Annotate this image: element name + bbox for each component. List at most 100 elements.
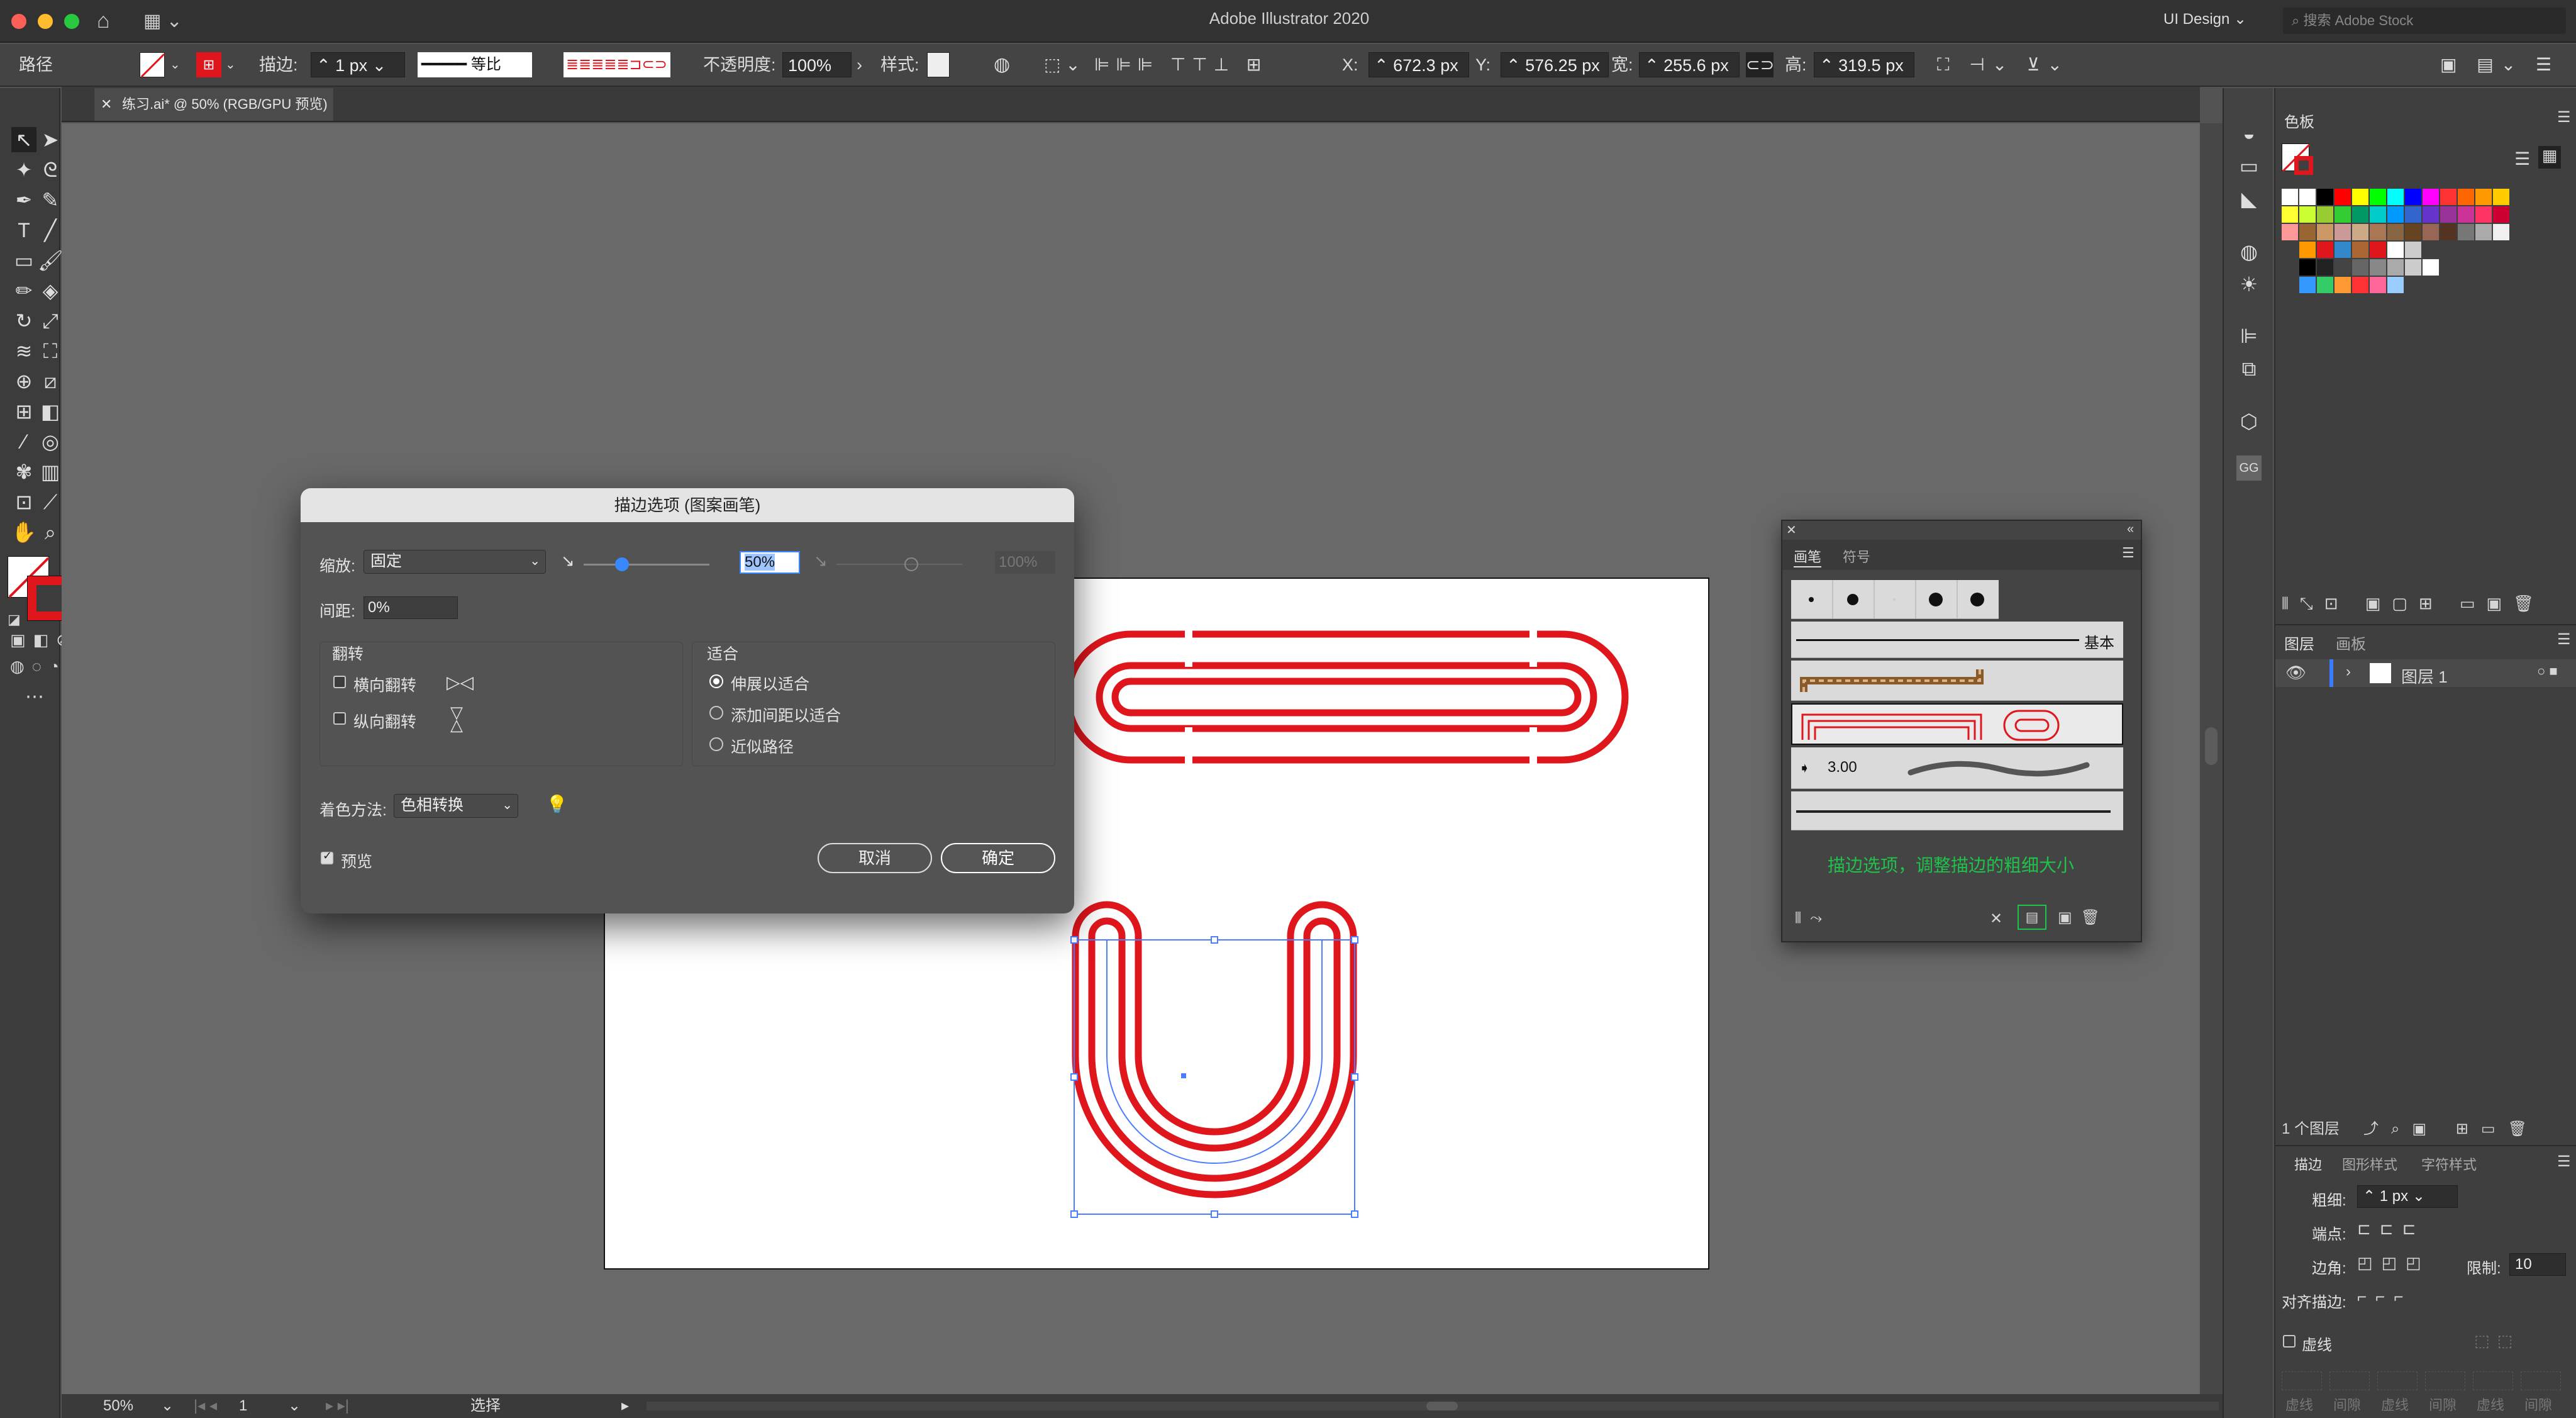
color-swatch[interactable] xyxy=(2405,224,2421,240)
width-input[interactable]: ⌃ 255.6 px xyxy=(1639,52,1740,77)
brushes-menu-icon[interactable]: ☰ xyxy=(2122,545,2135,561)
pattern-brush-chain-row[interactable] xyxy=(1791,661,2123,701)
color-swatch[interactable] xyxy=(2387,277,2404,293)
stroke-menu-icon[interactable]: ☰ xyxy=(2557,1153,2571,1171)
variable-width-profile[interactable]: ━━━━━ 等比 xyxy=(418,52,532,77)
color-swatch[interactable] xyxy=(2440,224,2457,240)
color-swatch[interactable] xyxy=(2387,224,2404,240)
pencil-tool-icon[interactable]: ✏ xyxy=(11,278,36,303)
align-buttons-icon[interactable]: ⊫⊫⊫ ⊤⊤⊥ ⊞ xyxy=(1094,52,1267,77)
graph-tool-icon[interactable]: ▥ xyxy=(38,459,63,484)
color-swatch[interactable] xyxy=(2458,206,2474,223)
color-swatch[interactable] xyxy=(2440,189,2457,205)
color-panel-icon[interactable]: ☀ xyxy=(2236,272,2262,297)
stock-search-input[interactable]: ⌕ 搜索 Adobe Stock xyxy=(2283,8,2566,34)
graphic-style-swatch[interactable] xyxy=(927,52,950,77)
type-tool-icon[interactable]: T xyxy=(11,218,36,243)
graphic-styles-tab[interactable]: 图形样式 xyxy=(2342,1154,2397,1174)
transparency-panel-icon[interactable]: ◣ xyxy=(2236,186,2262,211)
color-swatch[interactable] xyxy=(2299,206,2316,223)
3d-panel-icon[interactable]: ⬡ xyxy=(2236,409,2262,434)
stroke-dropdown-icon[interactable]: ⌄ xyxy=(225,52,236,77)
home-icon[interactable]: ⌂ xyxy=(97,9,110,33)
layer-row[interactable]: 👁 › 图层 1 ○ ■ xyxy=(2275,659,2576,687)
height-input[interactable]: ⌃ 319.5 px xyxy=(1814,52,1914,77)
color-swatch[interactable] xyxy=(2493,224,2509,240)
fit-stretch-radio[interactable] xyxy=(709,674,723,688)
color-swatch[interactable] xyxy=(2299,277,2316,293)
rectangle-tool-icon[interactable]: ▭ xyxy=(11,248,36,273)
color-swatch[interactable] xyxy=(2405,189,2421,205)
warp-tool-icon[interactable]: ≋ xyxy=(11,338,36,364)
zoom-level[interactable]: 50% xyxy=(103,1394,133,1418)
page-number[interactable]: 1 xyxy=(239,1394,289,1418)
color-swatch[interactable] xyxy=(2334,224,2351,240)
page-dropdown-icon[interactable]: ⌄ xyxy=(288,1394,301,1418)
color-swatch[interactable] xyxy=(2282,189,2298,205)
fit-add-space-radio[interactable] xyxy=(709,706,723,720)
color-swatch[interactable] xyxy=(2334,189,2351,205)
swatches-panel-title[interactable]: 色板 xyxy=(2284,109,2314,131)
remove-stroke-icon[interactable]: ✕ xyxy=(1990,910,2002,928)
stroke-tab[interactable]: 描边 xyxy=(2294,1154,2322,1174)
swatch-grid[interactable] xyxy=(2282,189,2533,390)
fill-dropdown-icon[interactable]: ⌄ xyxy=(170,52,180,77)
swatch-stroke-indicator[interactable] xyxy=(2294,156,2313,175)
stroke-options-button[interactable]: ▤ xyxy=(2018,905,2046,930)
color-swatch[interactable] xyxy=(2405,259,2421,276)
align-to-icon[interactable]: ⬚ ⌄ xyxy=(1044,52,1080,77)
color-swatch[interactable] xyxy=(2423,206,2439,223)
color-swatch[interactable] xyxy=(2387,189,2404,205)
color-swatch[interactable] xyxy=(2440,206,2457,223)
color-swatch[interactable] xyxy=(2475,206,2492,223)
close-tab-icon[interactable]: ✕ xyxy=(101,88,112,121)
brush-definition[interactable]: ≣≣≣≣≣⊐⊂⊃ xyxy=(564,52,670,77)
symbols-tab[interactable]: 符号 xyxy=(1843,546,1870,566)
scale-slider-thumb[interactable] xyxy=(615,557,629,571)
ok-button[interactable]: 确定 xyxy=(941,843,1055,873)
color-swatch[interactable] xyxy=(2352,206,2368,223)
scale-slider-track[interactable] xyxy=(584,564,709,566)
line-tool-icon[interactable]: ╱ xyxy=(38,218,63,243)
scale-value-input[interactable]: 50% xyxy=(740,551,800,574)
dashed-line-checkbox[interactable] xyxy=(2283,1335,2296,1348)
opacity-arrow-icon[interactable]: › xyxy=(857,52,862,77)
close-window-button[interactable] xyxy=(11,14,26,29)
bristle-brush-row[interactable] xyxy=(1791,791,2123,830)
x-input[interactable]: ⌃ 672.3 px xyxy=(1368,52,1469,77)
draw-mode-icons[interactable]: ◍◌◔ xyxy=(10,657,67,676)
align-panel-icon[interactable]: ⊫ xyxy=(2236,323,2262,349)
brush-library-icons[interactable]: ⫴⤳ xyxy=(1795,910,1831,927)
opacity-input[interactable]: 100% xyxy=(782,52,852,77)
color-swatch[interactable] xyxy=(2352,242,2368,258)
color-swatch[interactable] xyxy=(2423,259,2439,276)
layers-tab[interactable]: 图层 xyxy=(2284,632,2314,654)
fit-approximate-radio[interactable] xyxy=(709,737,723,751)
color-swatch[interactable] xyxy=(2317,224,2333,240)
color-swatch[interactable] xyxy=(2423,224,2439,240)
brushes-tab[interactable]: 画笔 xyxy=(1794,546,1822,567)
color-swatch[interactable] xyxy=(2334,259,2351,276)
pathfinder-panel-icon[interactable]: ⧉ xyxy=(2236,356,2262,381)
artboards-tab[interactable]: 画板 xyxy=(2336,632,2366,654)
weight-input[interactable]: ⌃ 1 px ⌄ xyxy=(2357,1185,2458,1208)
colorization-select[interactable]: 色相转换 ⌄ xyxy=(394,794,518,818)
eyedropper-tool-icon[interactable]: ⁄ xyxy=(11,429,36,454)
transform-icons[interactable]: ⛶ ⊣⌄ ⊻⌄ xyxy=(1937,52,2070,77)
default-colors-icon[interactable]: ◪ xyxy=(8,611,21,628)
free-transform-tool-icon[interactable]: ⛶ xyxy=(38,338,63,364)
cancel-button[interactable]: 取消 xyxy=(818,843,932,873)
spacing-input[interactable]: 0% xyxy=(364,596,458,619)
color-swatch[interactable] xyxy=(2370,242,2386,258)
character-styles-tab[interactable]: 字符样式 xyxy=(2421,1154,2477,1174)
document-tab[interactable]: ✕ 练习.ai* @ 50% (RGB/GPU 预览) xyxy=(94,88,333,121)
layer-name[interactable]: 图层 1 xyxy=(2401,664,2448,688)
color-swatch[interactable] xyxy=(2475,189,2492,205)
color-guide-icon[interactable]: ◍ xyxy=(2236,239,2262,264)
panel-options-icons[interactable]: ▣ ▤⌄ ☰ xyxy=(2440,52,2559,77)
pattern-brush-selected-row[interactable] xyxy=(1791,703,2123,745)
direct-selection-tool-icon[interactable]: ➤ xyxy=(38,127,63,152)
color-swatch[interactable] xyxy=(2387,206,2404,223)
page-nav-prev-icon[interactable]: |◂ ◂ xyxy=(194,1394,217,1418)
scale-mode-select[interactable]: 固定 ⌄ xyxy=(364,550,546,574)
